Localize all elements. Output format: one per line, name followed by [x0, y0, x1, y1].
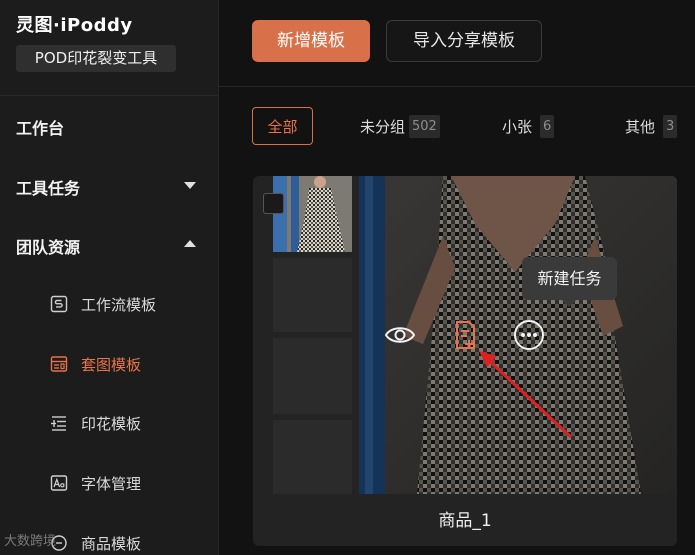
- filter-count-badge: 3: [663, 114, 678, 138]
- brand-logo: 灵图·iPoddy: [16, 15, 133, 36]
- filter-tab-xiaozhang[interactable]: 小张 6: [502, 107, 555, 145]
- filter-count-badge: 502: [409, 114, 440, 138]
- sidebar-item-label: 套图模板: [81, 355, 142, 374]
- filter-tab-label: 全部: [267, 117, 298, 136]
- sidebar-item-font-management[interactable]: 字体管理: [50, 471, 141, 495]
- print-template-icon: [50, 414, 68, 432]
- sidebar-item-set-template[interactable]: 套图模板: [50, 352, 141, 376]
- card-title: 商品_1: [438, 511, 492, 531]
- select-checkbox[interactable]: [263, 193, 284, 214]
- filter-tab-label: 未分组: [360, 117, 406, 136]
- set-template-icon: [50, 355, 68, 373]
- nav-workbench[interactable]: 工作台: [16, 115, 64, 139]
- sidebar-item-product-template[interactable]: 商品模板: [50, 531, 141, 555]
- filter-count-badge: 6: [540, 114, 555, 138]
- brand-badge: POD印花裂变工具: [16, 45, 176, 72]
- import-shared-template-button[interactable]: 导入分享模板: [386, 20, 542, 62]
- sidebar-item-label: 字体管理: [81, 474, 142, 493]
- filter-tab-other[interactable]: 其他 3: [625, 107, 678, 145]
- template-card[interactable]: 新建任务 商品_1: [253, 176, 677, 546]
- sidebar-item-workflow-template[interactable]: 工作流模板: [50, 292, 156, 316]
- sidebar-divider: [0, 95, 219, 96]
- font-icon: [50, 474, 68, 492]
- filter-tab-ungrouped[interactable]: 未分组 502: [360, 107, 440, 145]
- filter-tab-all[interactable]: 全部: [252, 107, 313, 145]
- sidebar-item-print-template[interactable]: 印花模板: [50, 411, 141, 435]
- sidebar-item-label: 印花模板: [81, 414, 142, 433]
- sidebar: 灵图·iPoddy POD印花裂变工具 工作台 工具任务 团队资源 工作流模板 …: [0, 0, 219, 555]
- chevron-up-icon[interactable]: [184, 240, 196, 247]
- filter-tab-label: 其他: [625, 117, 656, 136]
- thumbnail-placeholder[interactable]: [273, 338, 352, 414]
- nav-team-resources[interactable]: 团队资源: [16, 234, 80, 258]
- sidebar-item-label: 工作流模板: [81, 295, 157, 314]
- annotation-arrow: [479, 351, 573, 439]
- watermark: 大数跨境: [4, 534, 57, 549]
- nav-tool-tasks[interactable]: 工具任务: [16, 175, 80, 199]
- toolbar-divider: [219, 86, 695, 87]
- thumbnail-placeholder[interactable]: [273, 420, 352, 494]
- thumbnail-image[interactable]: [273, 176, 352, 252]
- sidebar-item-label: 商品模板: [81, 534, 142, 553]
- thumbnail-placeholder[interactable]: [273, 258, 352, 332]
- filter-tab-label: 小张: [502, 117, 533, 136]
- new-template-button[interactable]: 新增模板: [252, 20, 370, 62]
- product-photo: 新建任务: [359, 176, 677, 494]
- chevron-down-icon[interactable]: [184, 182, 196, 189]
- thumbnail-strip: [273, 176, 352, 494]
- workflow-template-icon: [50, 295, 68, 313]
